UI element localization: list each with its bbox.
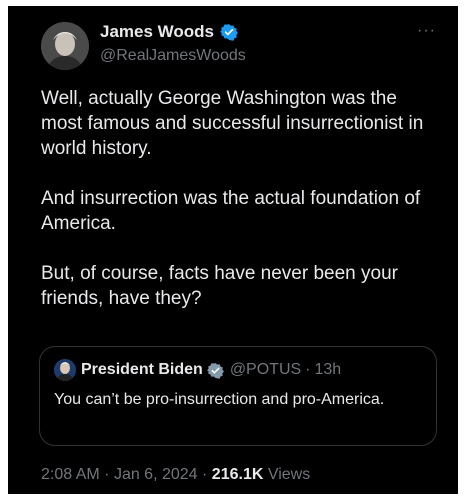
- quoted-author-name[interactable]: President Biden: [81, 361, 203, 379]
- tweet-text: Well, actually George Washington was the…: [41, 86, 441, 311]
- verified-badge-icon: [206, 362, 224, 379]
- meta-separator: ·: [104, 466, 110, 483]
- verified-badge-icon: [220, 23, 238, 41]
- tweet-time[interactable]: 2:08 AM: [41, 466, 100, 483]
- tweet-meta: 2:08 AM · Jan 6, 2024 · 216.1K Views: [41, 466, 310, 484]
- quoted-tweet[interactable]: President Biden @POTUS · 13h You can’t b…: [39, 346, 437, 446]
- tweet-paragraph: Well, actually George Washington was the…: [41, 88, 424, 159]
- tweet-card[interactable]: James Woods @RealJamesWoods ··· Well, ac…: [8, 6, 458, 494]
- more-options-icon[interactable]: ···: [417, 22, 436, 40]
- author-avatar[interactable]: [41, 22, 89, 70]
- quoted-tweet-text: You can’t be pro-insurrection and pro-Am…: [54, 391, 385, 408]
- tweet-paragraph: But, of course, facts have never been yo…: [41, 263, 398, 309]
- quoted-separator: ·: [305, 361, 311, 378]
- views-label: Views: [267, 466, 311, 483]
- author-name[interactable]: James Woods: [100, 22, 214, 42]
- quoted-author-avatar[interactable]: [54, 359, 76, 381]
- views-count: 216.1K: [211, 466, 264, 483]
- author-handle[interactable]: @RealJamesWoods: [100, 47, 246, 65]
- meta-separator: ·: [202, 466, 208, 483]
- tweet-paragraph: And insurrection was the actual foundati…: [41, 188, 421, 234]
- quoted-time[interactable]: 13h: [315, 361, 342, 379]
- quoted-author-handle[interactable]: @POTUS: [230, 361, 301, 379]
- tweet-date[interactable]: Jan 6, 2024: [114, 466, 198, 483]
